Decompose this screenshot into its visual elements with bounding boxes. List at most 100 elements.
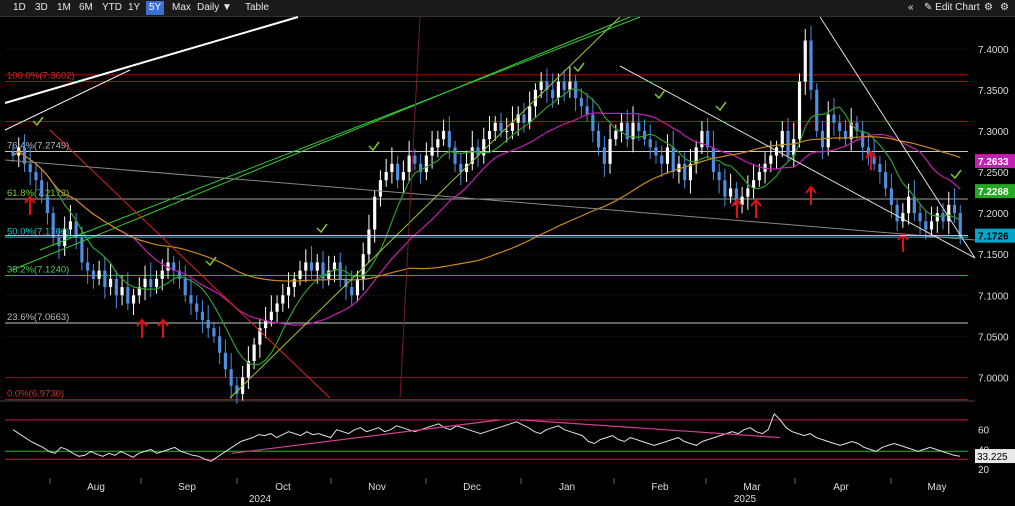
candle-body (154, 278, 159, 288)
y-tick-label: 7.1000 (978, 291, 1009, 302)
x-year-label: 2025 (734, 494, 757, 505)
x-year-label: 2024 (249, 494, 272, 505)
candle-body (453, 147, 457, 164)
candle-body (568, 81, 572, 90)
candle-body (602, 147, 606, 164)
candle-body (826, 114, 830, 148)
candle-body (97, 270, 101, 279)
x-month-label: Dec (463, 482, 481, 493)
candle-body (195, 303, 199, 312)
x-month-label: Oct (275, 482, 291, 493)
y-tick-label: 7.3000 (978, 127, 1009, 138)
candle-body (275, 303, 279, 312)
x-month-label: Mar (743, 482, 761, 493)
candle-body (34, 172, 38, 181)
candle-body (637, 122, 641, 131)
candle-body (941, 213, 945, 222)
candle-body (935, 213, 939, 222)
fib-level-label: 76.4%(7.2749) (7, 141, 69, 152)
fib-level-label: 23.6%(7.0663) (7, 312, 69, 323)
candle-body (596, 130, 601, 148)
candle-body (384, 172, 388, 181)
candle-body (396, 163, 400, 181)
candle-body (315, 262, 319, 271)
candle-body (809, 40, 813, 90)
candle-body (505, 130, 509, 132)
candle-body (786, 130, 790, 156)
candle-body (723, 180, 727, 197)
candle-body (206, 319, 210, 329)
candle-body (746, 188, 750, 197)
candle-body (528, 106, 532, 123)
candle-body (556, 81, 560, 99)
candle-body (269, 311, 273, 320)
candle-body (797, 81, 802, 140)
candle-body (149, 278, 153, 288)
candle-body (579, 98, 583, 107)
candle-body (160, 270, 164, 279)
candle-body (350, 287, 354, 296)
candle-body (367, 229, 371, 255)
x-month-label: Nov (368, 482, 386, 493)
x-month-label: Apr (833, 482, 849, 493)
candle-body (493, 122, 497, 131)
candle-body (700, 130, 704, 148)
x-month-label: Sep (178, 482, 196, 493)
candle-body (68, 221, 72, 230)
price-tag-label: 7.2268 (978, 187, 1009, 198)
candle-body (309, 262, 314, 271)
candle-body (183, 278, 187, 296)
candle-body (407, 155, 411, 173)
candle-body (591, 114, 595, 131)
candle-body (143, 278, 147, 288)
candle-body (551, 89, 555, 99)
candle-body (86, 262, 90, 271)
y-tick-label: 7.4000 (978, 45, 1009, 56)
candle-body (229, 369, 233, 386)
candle-body (929, 221, 934, 230)
y-tick-label: 7.0000 (978, 373, 1009, 384)
candle-body (355, 278, 360, 296)
candle-body (373, 196, 377, 230)
candle-body (189, 295, 193, 304)
candle-body (510, 122, 515, 131)
candle-body (918, 213, 922, 222)
candle-body (671, 147, 675, 173)
x-month-label: Aug (87, 482, 105, 493)
price-tag-label: 7.2633 (978, 157, 1009, 168)
candle-body (109, 278, 113, 288)
candle-body (40, 180, 44, 197)
price-chart[interactable]: 7.4000 7.3500 7.3000 7.2500 7.2000 7.1500 7.10… (0, 0, 1015, 506)
candle-body (832, 114, 836, 123)
x-month-label: May (928, 482, 947, 493)
candle-body (660, 155, 664, 164)
candle-body (441, 130, 446, 140)
candle-body (390, 163, 394, 173)
candle-body (482, 139, 486, 156)
candle-body (91, 270, 95, 279)
candle-body (252, 344, 256, 362)
candle-body (614, 130, 618, 140)
candle-body (619, 122, 624, 131)
candle-body (487, 130, 492, 140)
candle-body (729, 188, 733, 197)
candle-body (223, 352, 227, 370)
candle-body (539, 81, 543, 90)
candle-body (803, 40, 807, 82)
candle-body (218, 336, 222, 353)
candle-body (286, 287, 291, 296)
candle-body (103, 270, 107, 288)
candle-body (304, 262, 308, 271)
candle-body (522, 114, 526, 123)
candle-body (648, 139, 652, 148)
y-tick-label: 7.2500 (978, 168, 1009, 179)
rsi-current-label: 33.225 (977, 452, 1008, 463)
rsi-tick-label: 20 (978, 465, 990, 476)
candle-body (884, 172, 888, 189)
candle-body (861, 130, 865, 148)
candle-body (436, 139, 440, 148)
price-tag-label: 7.1726 (978, 232, 1009, 243)
candle-body (126, 287, 130, 304)
candle-body (281, 295, 285, 304)
rsi-tick-label: 60 (978, 426, 990, 437)
